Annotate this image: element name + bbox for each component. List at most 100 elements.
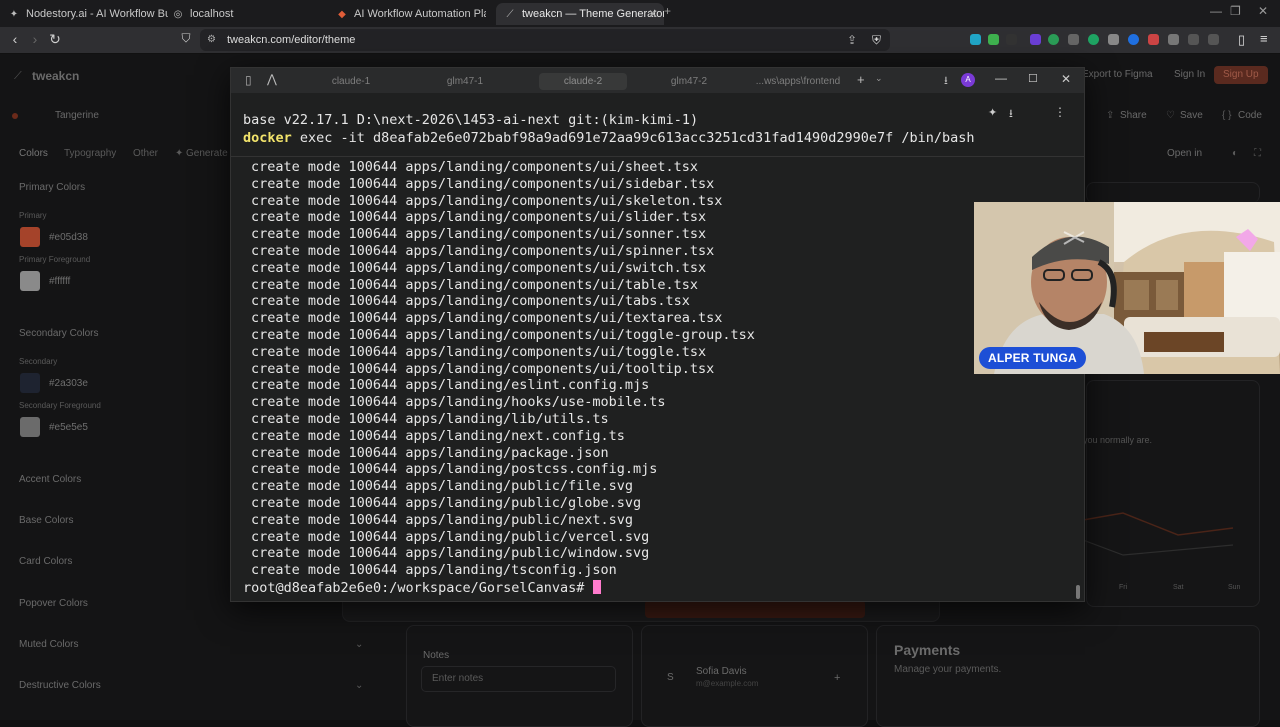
terminal-output-line: create mode 100644 apps/landing/componen… (251, 175, 715, 192)
avatar[interactable]: A (961, 73, 975, 87)
extension-icon[interactable] (1088, 34, 1099, 45)
code-button[interactable]: Code (1238, 110, 1262, 121)
destructive-colors-section[interactable]: Destructive Colors (19, 680, 101, 691)
export-figma-link[interactable]: Export to Figma (1082, 69, 1153, 80)
extension-icon[interactable] (1068, 34, 1079, 45)
extension-icon[interactable] (970, 34, 981, 45)
mini-chart (1083, 512, 1234, 556)
axis-label-sun: Sun (1228, 584, 1241, 591)
extension-icon[interactable] (1168, 34, 1179, 45)
close-window-icon[interactable]: ✕ (1258, 4, 1268, 18)
extension-icon[interactable] (1108, 34, 1119, 45)
minimize-icon[interactable]: — (1210, 4, 1222, 18)
terminal-tab-glm47-2[interactable]: glm47-2 (649, 73, 729, 90)
primary-fg-label: Primary Foreground (19, 255, 91, 264)
forward-icon[interactable]: › (26, 31, 44, 47)
theme-name[interactable]: Tangerine (55, 110, 99, 121)
app-icon: ◆ (338, 8, 346, 20)
primary-swatch[interactable] (20, 227, 40, 247)
terminal-tab-claude-2[interactable]: claude-2 (539, 73, 627, 90)
browser-tab-tweakcn[interactable]: ⟋ tweakcn — Theme Generator fo ✕ (496, 3, 664, 25)
notes-label: Notes (423, 650, 450, 661)
extension-icon[interactable] (1006, 34, 1017, 45)
extension-icon[interactable] (1030, 34, 1041, 45)
terminal-cursor (592, 580, 601, 594)
tweakcn-icon: ⟋ (506, 8, 514, 20)
sign-in-link[interactable]: Sign In (1174, 69, 1205, 80)
tab-typography[interactable]: Typography (64, 148, 116, 159)
secondary-hex-input[interactable]: #2a303e (49, 378, 88, 389)
terminal-output-line: create mode 100644 apps/landing/public/w… (251, 545, 650, 562)
download-icon[interactable]: ⭳ (1009, 105, 1013, 124)
tab-label: AI Workflow Automation Platform & (354, 8, 486, 20)
back-icon[interactable]: ‹ (6, 31, 24, 47)
chart-card (1086, 380, 1260, 607)
secondary-fg-swatch[interactable] (20, 417, 40, 437)
extension-icon[interactable] (1148, 34, 1159, 45)
terminal-tab-glm47-1[interactable]: glm47-1 (425, 73, 505, 90)
primary-fg-swatch[interactable] (20, 271, 40, 291)
save-button[interactable]: Save (1180, 110, 1203, 121)
chart-description: you normally are. (1083, 435, 1153, 445)
pin-icon[interactable]: ⭳ (944, 72, 948, 91)
extension-icon[interactable] (1208, 34, 1219, 45)
browser-tab-nodestory[interactable]: ✦ Nodestory.ai - AI Workflow Builder (8, 3, 168, 25)
sparkle-icon[interactable]: ✦ (988, 106, 997, 119)
close-icon[interactable]: ✕ (1061, 72, 1071, 86)
tab-label: glm47-2 (670, 76, 708, 87)
extensions-puzzle-icon[interactable] (1188, 34, 1199, 45)
menu-icon[interactable]: ≡ (1260, 31, 1268, 46)
popover-colors-section[interactable]: Popover Colors (19, 598, 88, 609)
add-icon[interactable]: + (834, 672, 840, 684)
primary-hex-input[interactable]: #e05d38 (49, 232, 88, 243)
sign-up-label: Sign Up (1223, 69, 1259, 80)
terminal-output-line: create mode 100644 apps/landing/componen… (251, 276, 699, 293)
more-icon[interactable]: ⋮ (1054, 105, 1066, 119)
maximize-icon[interactable]: ☐ (1028, 72, 1038, 85)
bookmark-icon[interactable]: ⛉ (177, 31, 195, 46)
command-line[interactable]: docker exec -it d8eafab2e6e072babf98a9ad… (243, 130, 975, 146)
sidebar-toggle-icon[interactable]: ▯ (245, 73, 252, 87)
shield-icon[interactable]: ⛨ (872, 33, 881, 48)
new-tab-icon[interactable]: + (664, 4, 671, 18)
primary-action-button[interactable] (645, 600, 865, 618)
muted-colors-section[interactable]: Muted Colors (19, 639, 78, 650)
primary-fg-hex-input[interactable]: #ffffff (49, 276, 70, 287)
accent-colors-section[interactable]: Accent Colors (19, 474, 81, 485)
close-tab-icon[interactable]: ✕ (648, 7, 658, 21)
url-text[interactable]: tweakcn.com/editor/theme (227, 34, 355, 46)
share-button[interactable]: Share (1120, 110, 1147, 121)
terminal-output-line: create mode 100644 apps/landing/public/v… (251, 528, 650, 545)
extension-icon[interactable] (988, 34, 999, 45)
secondary-fg-hex-input[interactable]: #e5e5e5 (49, 422, 88, 433)
payments-title: Payments (894, 642, 961, 658)
shell-prompt[interactable]: root@d8eafab2e6e0:/workspace/GorselCanva… (243, 580, 601, 596)
moon-icon[interactable]: ◐ (1232, 148, 1238, 159)
browser-tab-localhost[interactable]: ◎ localhost (172, 3, 322, 25)
terminal-tab-claude-1[interactable]: claude-1 (311, 73, 391, 90)
reload-icon[interactable]: ↻ (46, 31, 64, 48)
maximize-icon[interactable]: ❐ (1230, 4, 1241, 18)
terminal-output-line: create mode 100644 apps/landing/componen… (251, 327, 755, 343)
nodestory-icon: ✦ (9, 8, 19, 20)
sidebar-toggle-icon[interactable]: ▯ (1238, 32, 1245, 48)
new-terminal-tab-icon[interactable]: + (857, 72, 865, 87)
terminal-scrollbar[interactable] (1076, 585, 1080, 599)
base-colors-section[interactable]: Base Colors (19, 515, 73, 526)
share-page-icon[interactable]: ⇪ (847, 33, 857, 47)
fullscreen-icon[interactable]: ⛶ (1254, 148, 1261, 159)
card-colors-section[interactable]: Card Colors (19, 556, 72, 567)
chevron-down-icon[interactable]: ⌄ (875, 73, 883, 84)
tab-label: claude-2 (563, 76, 603, 87)
terminal-tab-frontend[interactable]: ...ws\apps\frontend (743, 73, 853, 90)
open-in-button[interactable]: Open in (1167, 148, 1202, 159)
tab-generate[interactable]: Generate (186, 148, 228, 159)
secondary-swatch[interactable] (20, 373, 40, 393)
tab-colors[interactable]: Colors (19, 148, 48, 159)
tab-other[interactable]: Other (133, 148, 158, 159)
minimize-icon[interactable]: — (995, 71, 1007, 85)
site-settings-icon[interactable]: ⚙ (207, 34, 216, 45)
extension-icon[interactable] (1048, 34, 1059, 45)
browser-tab-ai-workflow[interactable]: ◆ AI Workflow Automation Platform & (336, 3, 486, 25)
extension-icon[interactable] (1128, 34, 1139, 45)
